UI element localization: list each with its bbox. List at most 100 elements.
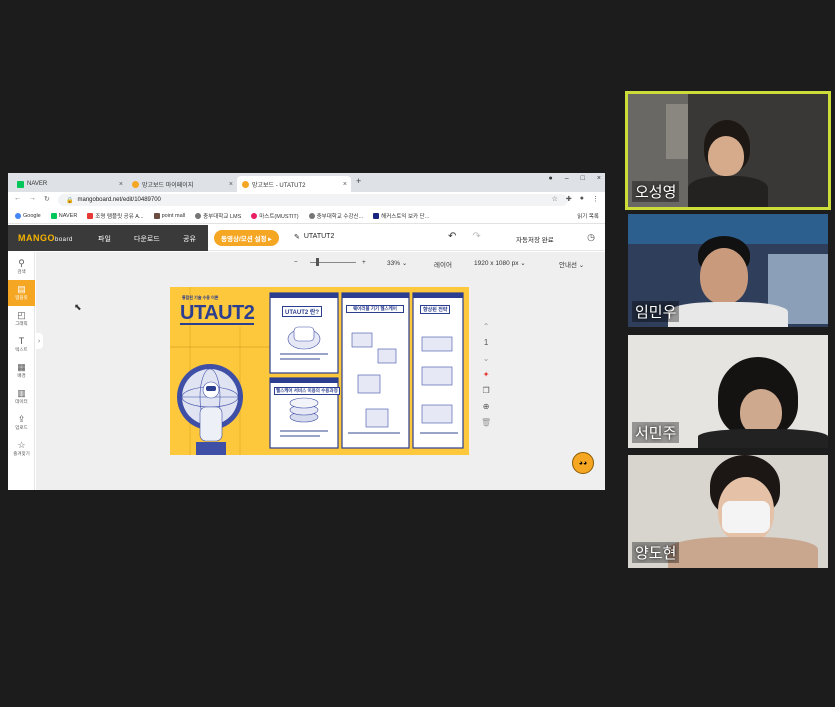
reload-icon[interactable]: ↻ <box>44 195 50 203</box>
close-icon[interactable]: × <box>229 181 233 188</box>
new-tab-icon[interactable]: + <box>356 176 361 186</box>
background-icon: ▦ <box>17 362 26 372</box>
participant-body <box>698 429 828 448</box>
sidebar-item-search[interactable]: ⚲ 검색 <box>8 254 35 280</box>
close-icon[interactable]: × <box>119 181 123 188</box>
naver-icon <box>17 180 24 188</box>
nav-buttons: ← → ↻ <box>14 195 50 203</box>
bookmark-item[interactable]: 충부대학교 LMS <box>195 212 241 220</box>
tab-naver[interactable]: NAVER × <box>12 176 127 192</box>
tab-editor[interactable]: 망고보드 - UTATUT2 × <box>237 176 351 192</box>
participant-name: 서민주 <box>632 422 680 443</box>
canvas-panel1-title: UTAUT2 란? <box>282 306 323 317</box>
sidebar-item-data[interactable]: ▥ 데이터 <box>8 384 35 410</box>
participant-face <box>708 136 744 176</box>
canvas-panel4-title: 향상된 전략 <box>420 305 451 314</box>
tab-mypage[interactable]: 망고보드 마이페이지 × <box>127 176 237 192</box>
video-motion-button[interactable]: 동영상/모션 설정 ▸ <box>214 230 279 246</box>
back-icon[interactable]: ← <box>14 195 21 203</box>
sidebar-item-template[interactable]: ▤ 템플릿 <box>8 280 35 306</box>
profile-icon[interactable]: ● <box>580 195 584 203</box>
layer-button[interactable]: 레이어 <box>434 259 452 269</box>
size-select[interactable]: 1920 x 1080 px ⌄ <box>474 259 526 267</box>
bookmark-item[interactable]: 해커스토익 보카 단... <box>373 212 429 220</box>
zoom-out-button[interactable]: − <box>294 259 298 266</box>
bookmark-item[interactable]: 충부대학교 수강신... <box>308 212 363 220</box>
page-down-icon[interactable]: ⌄ <box>483 354 490 363</box>
participant-face <box>700 248 748 304</box>
page-number: 1 <box>483 338 489 347</box>
chart-icon: ▥ <box>17 388 26 398</box>
bookmark-item[interactable]: 마스트(MUSTIT) <box>251 212 299 220</box>
pencil-icon: ✎ <box>294 234 300 241</box>
bookmark-star-icon[interactable]: ☆ <box>552 195 558 203</box>
close-window-icon[interactable]: × <box>597 175 601 182</box>
template-icon: ▤ <box>17 284 26 294</box>
canvas-panel3-title: 웨어러블 기기 헬스케어 <box>346 305 404 313</box>
canvas-panel2-title: 헬스케어 서비스 이용의 수용과정 <box>274 387 340 395</box>
bookmark-icon <box>153 212 160 219</box>
copy-icon[interactable]: ❐ <box>482 386 489 395</box>
face-mask <box>722 501 770 533</box>
sidebar-item-background[interactable]: ▦ 배경 <box>8 358 35 384</box>
participant-tile[interactable]: 양도현 <box>628 455 828 568</box>
sidebar-item-graphic[interactable]: ◰ 그래픽 <box>8 306 35 332</box>
participant-tile[interactable]: 오성영 <box>625 91 831 210</box>
page-tools: ⌃ 1 ⌄ ✦ ❐ ⊕ 🗑 <box>481 322 491 427</box>
bookmark-icon <box>87 212 94 219</box>
search-icon: ⚲ <box>18 258 25 268</box>
bookmark-icon <box>251 212 258 219</box>
history-icon[interactable]: ◷ <box>587 232 595 243</box>
editor-menu-bar: MANGOboard 파일 다운로드 공유 <box>8 225 208 251</box>
minimize-icon[interactable]: – <box>565 175 569 182</box>
zoom-select[interactable]: 33% ⌄ <box>387 259 407 267</box>
google-icon <box>15 212 21 219</box>
add-page-icon[interactable]: ⊕ <box>483 402 490 411</box>
collapse-panel-icon[interactable]: › <box>35 333 43 349</box>
participant-tile[interactable]: 임민우 <box>628 214 828 327</box>
bookmark-item[interactable]: Google <box>15 212 41 219</box>
guide-select[interactable]: 안내선 ⌄ <box>559 259 584 269</box>
bookmark-item[interactable]: 조명 탬플릿 공유 A... <box>87 212 144 220</box>
workspace-toolbar: − + 33% ⌄ 레이어 1920 x 1080 px ⌄ 안내선 ⌄ <box>36 252 605 272</box>
sidebar-item-favorites[interactable]: ☆ 즐겨찾기 <box>8 436 35 462</box>
extensions-icon[interactable]: ✚ <box>566 195 572 203</box>
sidebar-item-upload[interactable]: ⇪ 업로드 <box>8 410 35 436</box>
autosave-status: 자동저장 완료 <box>516 237 554 244</box>
delete-icon[interactable]: 🗑 <box>481 418 491 427</box>
page-up-icon[interactable]: ⌃ <box>483 322 490 331</box>
upload-icon: ⇪ <box>17 414 26 424</box>
design-canvas[interactable]: 통합된 기술 수용 이론 UTAUT2 UTAUT2 란? 헬스케어 서비스 이… <box>170 287 469 455</box>
menu-file[interactable]: 파일 <box>98 234 111 244</box>
menu-share[interactable]: 공유 <box>183 234 196 244</box>
text-icon: T <box>18 336 25 346</box>
document-title[interactable]: ✎ UTATUT2 <box>294 233 334 241</box>
zoom-slider-handle[interactable] <box>316 258 319 266</box>
editor-workspace: − + 33% ⌄ 레이어 1920 x 1080 px ⌄ 안내선 ⌄ ⬉ 통… <box>36 252 605 490</box>
bookmark-item[interactable]: NAVER <box>50 212 77 219</box>
reading-list[interactable]: 읽기 목록 <box>577 212 599 220</box>
bookmark-icon <box>373 212 380 219</box>
menu-download[interactable]: 다운로드 <box>134 234 160 244</box>
participant-tile[interactable]: 서민주 <box>628 335 828 448</box>
participant-body <box>688 176 768 207</box>
address-bar-row: ← → ↻ 🔒 mangoboard.net/edit/10489700 ☆ ✚… <box>8 192 605 208</box>
redo-icon[interactable]: ↷ <box>472 231 480 242</box>
bookmark-item[interactable]: point mall <box>153 212 185 219</box>
maximize-icon[interactable]: □ <box>581 175 585 182</box>
participant-body <box>668 537 818 568</box>
browser-tab-bar: NAVER × 망고보드 마이페이지 × 망고보드 - UTATUT2 × + … <box>8 173 605 192</box>
menu-icon[interactable]: ⋮ <box>592 195 599 203</box>
magic-icon[interactable]: ✦ <box>483 370 490 379</box>
close-icon[interactable]: × <box>343 181 347 188</box>
undo-icon[interactable]: ↶ <box>448 231 456 242</box>
editor-header: MANGOboard 파일 다운로드 공유 동영상/모션 설정 ▸ ✎ UTAT… <box>8 225 605 251</box>
mango-mascot-icon[interactable]: ◕◕ <box>572 452 594 474</box>
editor-sidebar: ⚲ 검색 ▤ 템플릿 ◰ 그래픽 T 텍스트 ▦ 배경 ▥ 데이터 ⇪ 업로드 ☆ 즐겨찾기 <box>8 252 35 490</box>
url-field[interactable]: 🔒 mangoboard.net/edit/10489700 <box>58 194 568 206</box>
sidebar-item-text[interactable]: T 텍스트 <box>8 332 35 358</box>
record-icon[interactable]: ● <box>549 175 553 182</box>
mangoboard-logo[interactable]: MANGOboard <box>18 233 73 243</box>
forward-icon[interactable]: → <box>29 195 36 203</box>
zoom-in-button[interactable]: + <box>362 259 366 266</box>
